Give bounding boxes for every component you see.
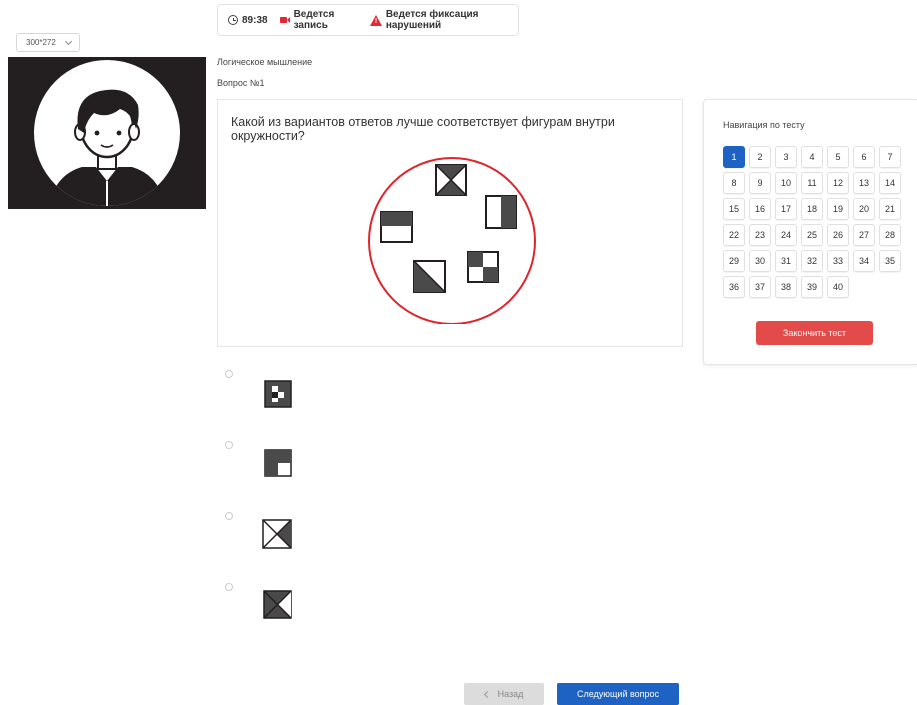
question-nav-button-1[interactable]: 1 (723, 146, 745, 168)
test-subject: Логическое мышление (217, 57, 313, 67)
violation-status: ! Ведется фиксация нарушений (369, 9, 512, 31)
question-nav-button-4[interactable]: 4 (801, 146, 823, 168)
proctoring-status-bar: 89:38 Ведется запись ! Ведется фиксация … (217, 4, 519, 36)
question-card: Какой из вариантов ответов лучше соответ… (217, 99, 683, 347)
question-nav-button-21[interactable]: 21 (879, 198, 901, 220)
question-nav-button-40[interactable]: 40 (827, 276, 849, 298)
question-nav-button-39[interactable]: 39 (801, 276, 823, 298)
right-half-square-shape (485, 195, 517, 229)
question-nav-button-32[interactable]: 32 (801, 250, 823, 272)
option-4-radio[interactable] (225, 583, 233, 591)
question-nav-button-22[interactable]: 22 (723, 224, 745, 246)
question-nav-button-19[interactable]: 19 (827, 198, 849, 220)
question-nav-button-16[interactable]: 16 (749, 198, 771, 220)
question-nav-button-25[interactable]: 25 (801, 224, 823, 246)
question-nav-button-28[interactable]: 28 (879, 224, 901, 246)
question-nav-button-30[interactable]: 30 (749, 250, 771, 272)
option-2-radio[interactable] (225, 441, 233, 449)
option-1-radio[interactable] (225, 370, 233, 378)
question-nav-button-13[interactable]: 13 (853, 172, 875, 194)
question-text: Какой из вариантов ответов лучше соответ… (231, 115, 615, 143)
recording-label: Ведется запись (293, 9, 335, 31)
test-navigation-panel: Навигация по тесту 1 2 3 4 5 6 7 8 9 10 11 12 13 14 15… (703, 99, 917, 365)
back-label: Назад (497, 689, 524, 699)
finish-test-button[interactable]: Закончить тест (756, 321, 873, 345)
question-figure (368, 157, 536, 324)
webcam-preview (8, 57, 206, 209)
question-nav-button-20[interactable]: 20 (853, 198, 875, 220)
question-nav-button-37[interactable]: 37 (749, 276, 771, 298)
camera-icon (279, 17, 290, 23)
option-1-figure (264, 380, 292, 408)
question-number: Вопрос №1 (217, 78, 265, 88)
hourglass-square-shape (435, 164, 467, 196)
camera-resolution-select[interactable]: 300*272 (16, 33, 80, 52)
option-4-figure (263, 590, 292, 619)
chevron-down-icon (64, 37, 73, 46)
question-nav-button-33[interactable]: 33 (827, 250, 849, 272)
question-nav-button-18[interactable]: 18 (801, 198, 823, 220)
question-nav-button-2[interactable]: 2 (749, 146, 771, 168)
question-nav-button-11[interactable]: 11 (801, 172, 823, 194)
question-nav-button-7[interactable]: 7 (879, 146, 901, 168)
question-nav-button-9[interactable]: 9 (749, 172, 771, 194)
diagonal-square-shape (413, 260, 446, 293)
question-nav-button-12[interactable]: 12 (827, 172, 849, 194)
recording-status: Ведется запись (279, 9, 358, 31)
quarters-square-shape (467, 251, 499, 283)
chevron-left-icon (483, 690, 491, 698)
question-nav-button-29[interactable]: 29 (723, 250, 745, 272)
camera-resolution-value: 300*272 (26, 38, 56, 47)
question-nav-button-6[interactable]: 6 (853, 146, 875, 168)
question-nav-button-8[interactable]: 8 (723, 172, 745, 194)
warning-icon: ! (369, 14, 382, 26)
timer-value: 89:38 (242, 14, 268, 26)
clock-icon (228, 15, 238, 25)
question-nav-button-17[interactable]: 17 (775, 198, 797, 220)
violation-label: Ведется фиксация нарушений (385, 9, 479, 31)
timer: 89:38 (228, 15, 268, 26)
user-avatar-icon (34, 60, 180, 206)
question-nav-button-5[interactable]: 5 (827, 146, 849, 168)
question-nav-button-31[interactable]: 31 (775, 250, 797, 272)
question-nav-button-3[interactable]: 3 (775, 146, 797, 168)
option-3-radio[interactable] (225, 512, 233, 520)
question-nav-button-24[interactable]: 24 (775, 224, 797, 246)
question-nav-button-26[interactable]: 26 (827, 224, 849, 246)
question-nav-button-38[interactable]: 38 (775, 276, 797, 298)
question-nav-button-27[interactable]: 27 (853, 224, 875, 246)
navigation-title: Навигация по тесту (723, 120, 805, 130)
question-nav-button-10[interactable]: 10 (775, 172, 797, 194)
question-grid: 1 2 3 4 5 6 7 8 9 10 11 12 13 14 15 16 17 18 19 20 21 22 23 24 2… (723, 146, 901, 298)
question-nav-button-36[interactable]: 36 (723, 276, 745, 298)
question-nav-button-14[interactable]: 14 (879, 172, 901, 194)
option-2-figure (264, 449, 292, 477)
question-nav-button-35[interactable]: 35 (879, 250, 901, 272)
question-nav-button-23[interactable]: 23 (749, 224, 771, 246)
option-3-figure (262, 519, 292, 549)
top-half-square-shape (380, 211, 413, 243)
question-nav-button-34[interactable]: 34 (853, 250, 875, 272)
question-nav-button-15[interactable]: 15 (723, 198, 745, 220)
